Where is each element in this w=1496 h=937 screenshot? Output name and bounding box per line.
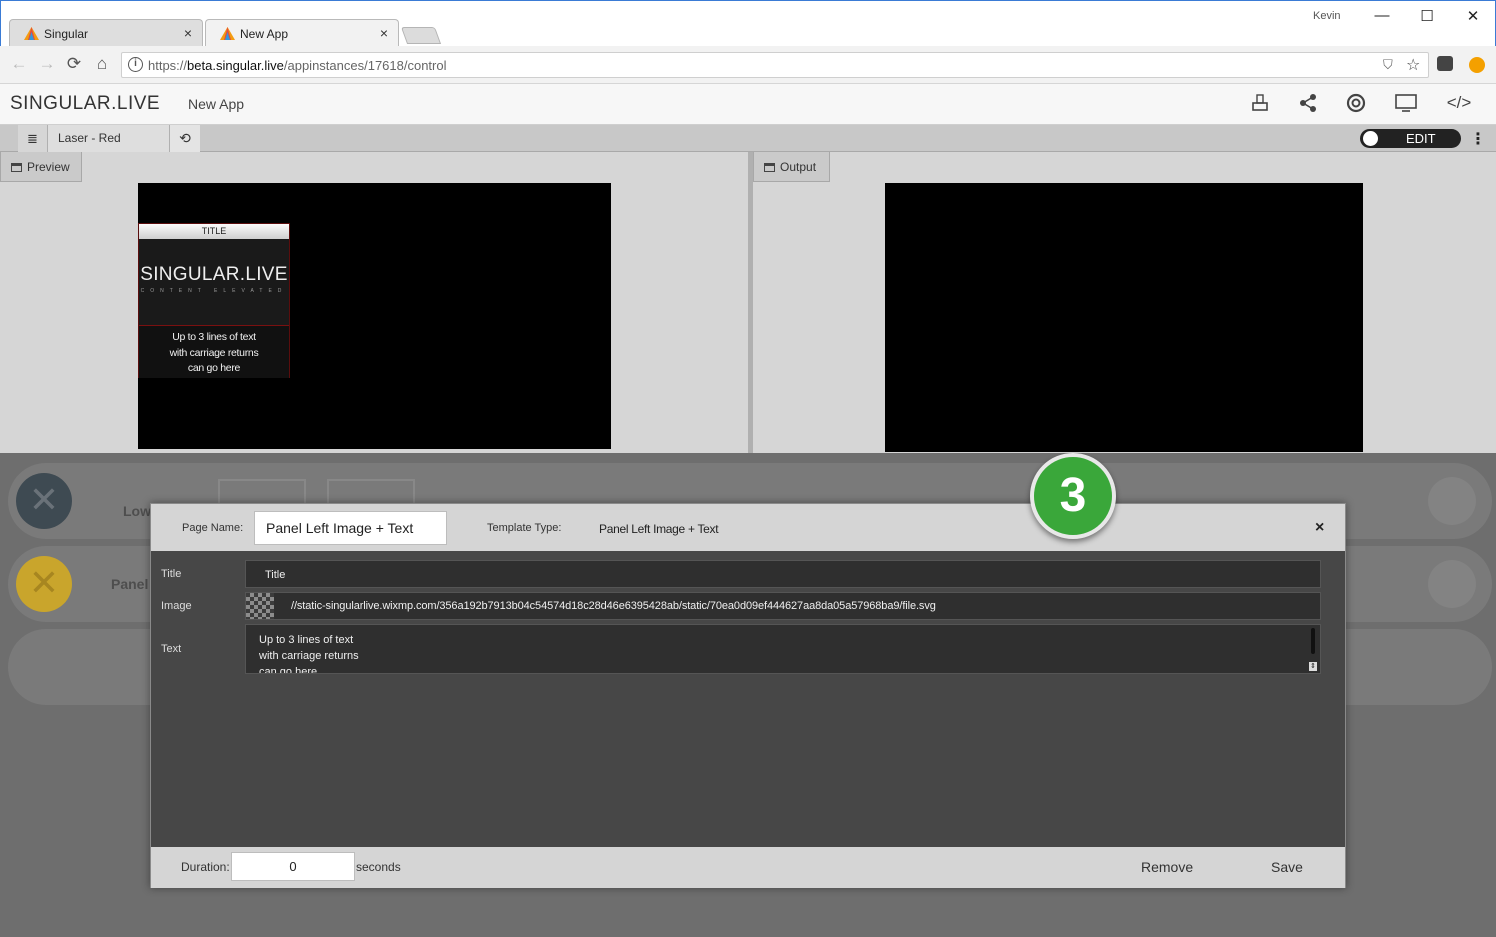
text-area[interactable]: Up to 3 lines of text with carriage retu… — [245, 624, 1321, 674]
tab-label: Singular — [44, 27, 89, 41]
image-url: //static-singularlive.wixmp.com/356a192b… — [291, 600, 936, 612]
home-icon[interactable]: ⌂ — [91, 54, 113, 74]
textarea-scrollbar[interactable] — [1311, 628, 1315, 654]
back-icon[interactable]: ← — [8, 54, 30, 74]
title-field[interactable]: Title — [245, 560, 1321, 588]
remove-icon[interactable]: ✕ — [16, 556, 72, 612]
field-label-image: Image — [161, 600, 192, 612]
textarea-resize-icon[interactable]: ⇕ — [1309, 662, 1317, 671]
storage-icon[interactable] — [1247, 93, 1273, 117]
extension-icon[interactable] — [1469, 57, 1485, 73]
more-menu-icon[interactable]: ⋮ — [1470, 129, 1486, 149]
window-icon — [11, 163, 22, 172]
toggle-knob — [1363, 131, 1378, 146]
template-type-label: Template Type: — [487, 522, 562, 534]
url-text: https://beta.singular.live/appinstances/… — [148, 58, 447, 73]
preview-graphic: TITLE SINGULAR.LIVE CONTENT ELEVATED Up … — [138, 223, 290, 378]
remove-icon[interactable]: ✕ — [16, 473, 72, 529]
bookmark-star-icon[interactable]: ☆ — [1406, 55, 1420, 75]
field-label-title: Title — [161, 568, 182, 580]
modal-header: Page Name: Panel Left Image + Text Templ… — [151, 504, 1345, 551]
singular-logo-icon — [24, 27, 39, 40]
app-header: SINGULAR.LIVE New App </> — [0, 84, 1496, 125]
monitor-icon[interactable] — [1393, 93, 1419, 117]
graphic-title: TITLE — [139, 224, 289, 239]
address-bar[interactable]: i https://beta.singular.live/appinstance… — [121, 52, 1429, 78]
field-label-text: Text — [161, 643, 182, 655]
brand-logo[interactable]: SINGULAR.LIVE — [10, 93, 160, 115]
duration-input[interactable]: 0 — [231, 852, 355, 881]
browser-titlebar: Singular × New App × Kevin — ☐ ✕ — [0, 0, 1496, 47]
graphic-tagline: CONTENT ELEVATED — [140, 288, 288, 294]
tab-preview[interactable]: Preview — [0, 152, 82, 182]
image-field[interactable]: //static-singularlive.wixmp.com/356a192b… — [245, 592, 1321, 620]
help-icon[interactable] — [1343, 93, 1369, 117]
database-icon[interactable]: ≣ — [18, 125, 48, 152]
tab-close-icon[interactable]: × — [380, 25, 388, 41]
site-info-icon[interactable]: i — [128, 57, 143, 72]
tab-output[interactable]: Output — [753, 152, 830, 182]
app-name: New App — [188, 96, 245, 112]
output-screen — [885, 183, 1363, 452]
loop-icon[interactable] — [1428, 560, 1476, 608]
page-name-input[interactable]: Panel Left Image + Text — [254, 511, 447, 545]
maximize-icon[interactable]: ☐ — [1416, 7, 1438, 25]
forward-icon[interactable]: → — [36, 54, 58, 74]
duration-label: Duration: — [181, 860, 230, 874]
code-icon[interactable]: </> — [1446, 93, 1472, 117]
remove-button[interactable]: Remove — [1141, 859, 1193, 875]
edit-toggle-label: EDIT — [1406, 131, 1436, 146]
control-row-label: Panel — [111, 576, 149, 592]
page-edit-modal: Page Name: Panel Left Image + Text Templ… — [150, 503, 1346, 888]
preview-label: Preview — [27, 160, 70, 174]
window-user-label[interactable]: Kevin — [1313, 10, 1341, 22]
browser-tab-singular[interactable]: Singular × — [9, 19, 203, 47]
loop-icon[interactable] — [1428, 477, 1476, 525]
new-tab-button[interactable] — [400, 27, 442, 44]
image-thumbnail[interactable] — [246, 593, 274, 619]
modal-close-icon[interactable]: × — [1315, 519, 1324, 537]
window-icon — [764, 163, 775, 172]
pocket-extension-icon[interactable] — [1437, 56, 1453, 71]
app-toolbar: ≣ Laser - Red ⟲ EDIT ⋮ — [0, 125, 1496, 152]
modal-footer: Duration: 0 seconds Remove Save — [151, 847, 1345, 888]
blocked-content-icon[interactable]: ⛉ — [1383, 57, 1393, 73]
reload-icon[interactable]: ⟳ — [63, 54, 85, 74]
graphic-logo: SINGULAR.LIVE — [140, 264, 288, 285]
minimize-icon[interactable]: — — [1371, 7, 1393, 24]
step-badge: 3 — [1030, 453, 1116, 539]
duration-unit: seconds — [356, 860, 401, 874]
share-icon[interactable] — [1295, 93, 1321, 117]
save-button[interactable]: Save — [1271, 859, 1303, 875]
page-name-label: Page Name: — [182, 522, 244, 534]
template-type-value: Panel Left Image + Text — [599, 522, 719, 536]
singular-logo-icon — [220, 27, 235, 40]
graphic-text: Up to 3 lines of text with carriage retu… — [139, 325, 289, 378]
browser-navbar: ← → ⟳ ⌂ i https://beta.singular.live/app… — [0, 46, 1496, 84]
tab-close-icon[interactable]: × — [184, 25, 192, 41]
tab-label: New App — [240, 27, 289, 41]
output-label: Output — [780, 160, 817, 174]
window-close-icon[interactable]: ✕ — [1462, 7, 1484, 25]
edit-toggle[interactable]: EDIT — [1360, 129, 1461, 148]
panel-splitter[interactable] — [748, 152, 753, 453]
browser-tab-new-app[interactable]: New App × — [205, 19, 399, 47]
refresh-icon[interactable]: ⟲ — [170, 125, 200, 152]
composition-selector[interactable]: Laser - Red — [48, 125, 170, 152]
